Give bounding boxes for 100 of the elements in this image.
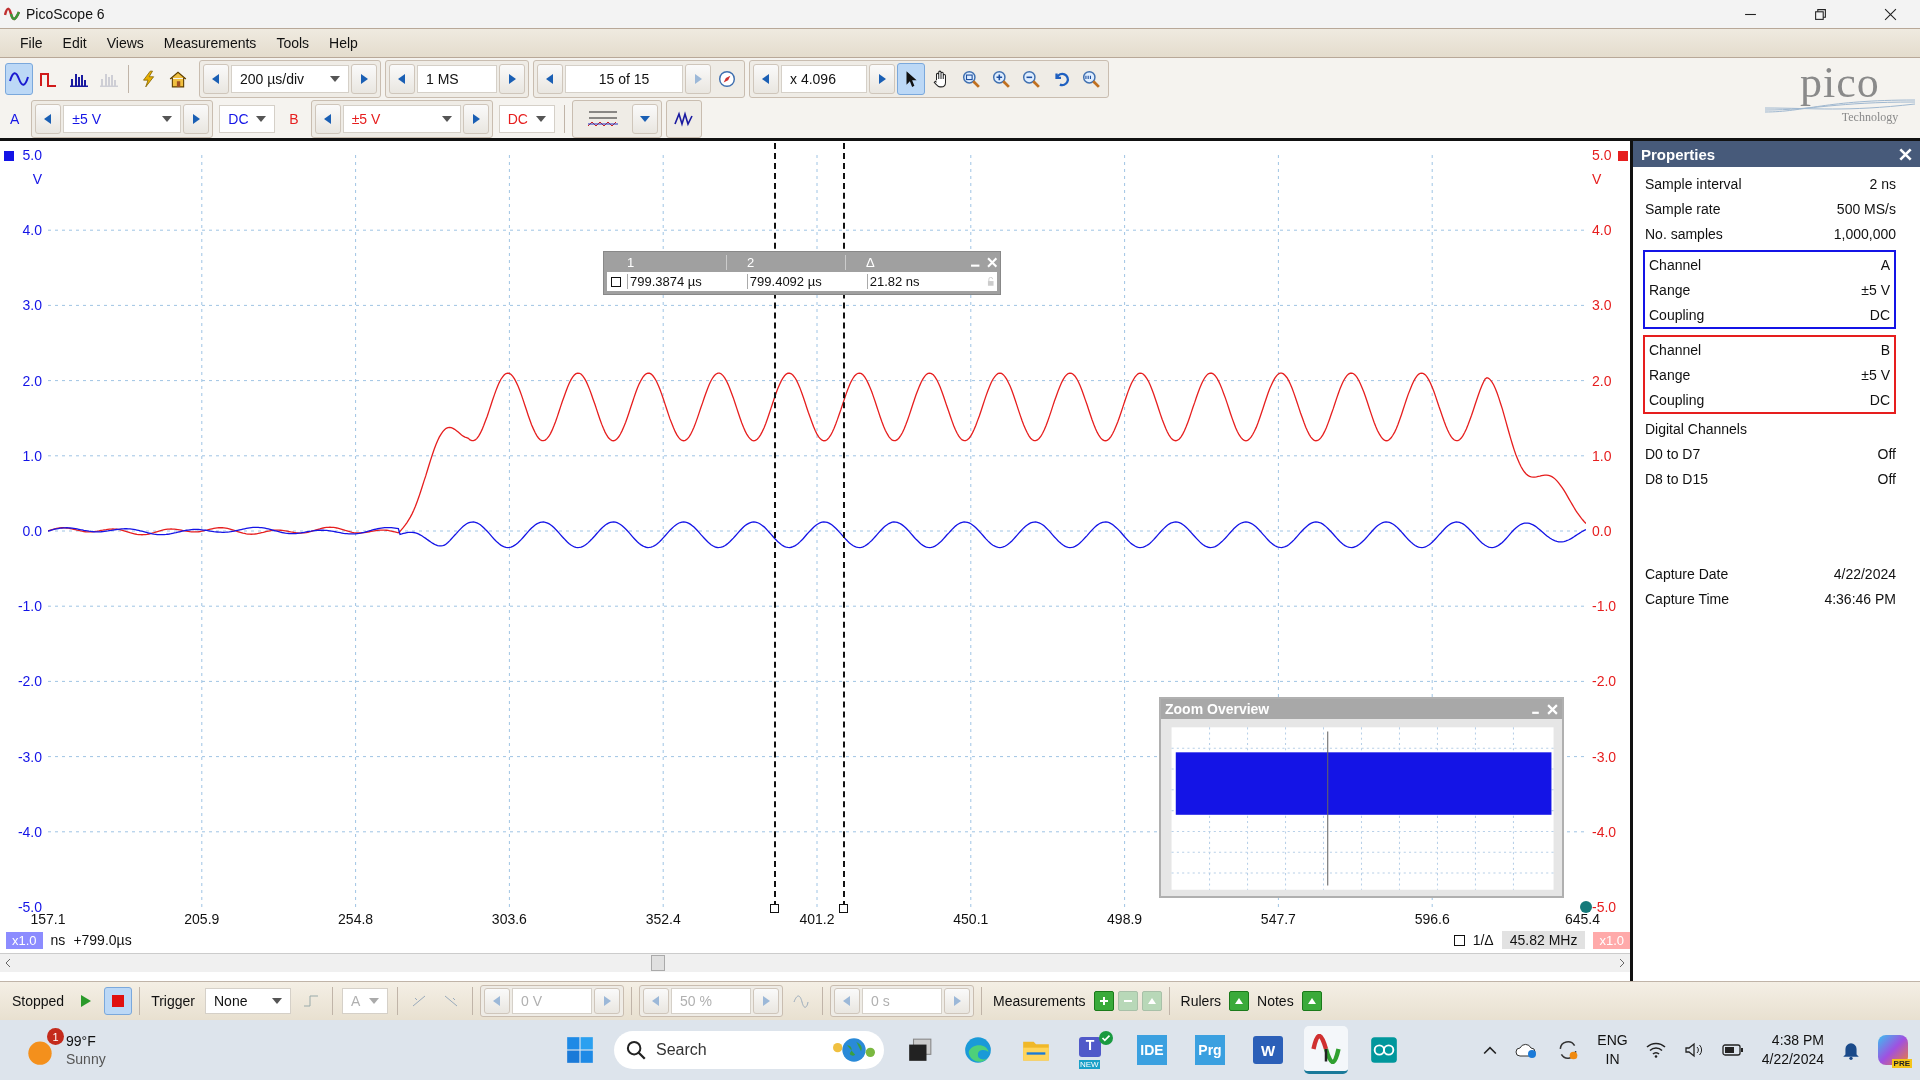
menu-item[interactable]: File <box>10 35 53 51</box>
stop-button[interactable] <box>104 987 133 1015</box>
channel-marker <box>1618 151 1628 161</box>
checkbox-icon[interactable] <box>1453 934 1465 946</box>
weather-condition[interactable]: Sunny <box>66 1050 106 1068</box>
x-axis-label: 450.1 <box>953 911 989 927</box>
trigger-marker[interactable] <box>1580 901 1592 913</box>
next-button[interactable] <box>869 64 895 94</box>
browser-icon <box>964 1036 992 1064</box>
previous-button[interactable] <box>537 64 563 94</box>
y-axis-label: -3.0 <box>1592 748 1617 765</box>
scrollbar-thumb[interactable] <box>651 955 665 971</box>
previous-button[interactable] <box>35 104 62 134</box>
menu-item[interactable]: Measurements <box>153 35 267 51</box>
trigger-label: Trigger <box>150 993 196 1009</box>
left-triangle-icon <box>44 114 53 124</box>
caret-icon <box>441 116 452 122</box>
sync-icon[interactable] <box>1557 1039 1580 1061</box>
pointer-tool-button[interactable] <box>897 63 925 95</box>
caret-icon <box>639 116 650 122</box>
previous-button[interactable] <box>314 104 341 134</box>
word-taskbar-button[interactable]: W <box>1246 1026 1290 1074</box>
y-axis-label: 4.0 <box>1592 222 1612 239</box>
next-button[interactable] <box>183 104 210 134</box>
scope-mode-button[interactable] <box>5 63 33 95</box>
picoscope-taskbar-button[interactable] <box>1304 1026 1348 1074</box>
y-axis-label: 2.0 <box>22 372 42 389</box>
menu-item[interactable]: Help <box>319 35 368 51</box>
y-axis-label: -4.0 <box>17 823 42 840</box>
chevron-up-icon[interactable] <box>1483 1045 1498 1055</box>
property-label: No. samples <box>1645 225 1723 242</box>
channel-button[interactable]: B <box>281 104 307 134</box>
close-icon[interactable] <box>1884 7 1897 21</box>
section-title: Digital Channels <box>1645 420 1747 437</box>
bell-icon[interactable] <box>1842 1040 1860 1060</box>
ruler-handle[interactable] <box>769 904 779 913</box>
right-triangle-icon <box>762 996 770 1006</box>
zoom-factor-field[interactable]: x 4.096 <box>781 65 867 93</box>
next-button[interactable] <box>351 64 377 94</box>
menu-item[interactable]: Views <box>96 35 154 51</box>
next-button[interactable] <box>462 104 489 134</box>
timebase-dropdown[interactable]: 200 µs/div <box>231 65 349 93</box>
y-axis-label: 0.0 <box>22 523 42 539</box>
left-triangle-icon <box>493 996 501 1006</box>
start-button[interactable] <box>566 1036 594 1064</box>
ruler-header: Δ <box>845 255 965 270</box>
expand-button[interactable] <box>1301 991 1322 1011</box>
range-dropdown[interactable]: ±5 V <box>342 105 461 133</box>
menu-item[interactable]: Tools <box>266 35 320 51</box>
search-icon <box>626 1040 646 1060</box>
y-axis-label: 1.0 <box>22 447 42 464</box>
language-indicator[interactable]: ENG IN <box>1597 1031 1628 1069</box>
app-icon <box>4 6 20 22</box>
range-dropdown[interactable]: ±5 V <box>63 105 182 133</box>
left-triangle-icon <box>546 74 554 84</box>
x-axis-label: 254.8 <box>338 911 374 927</box>
property-value: Off <box>1877 445 1896 462</box>
zoom-out-icon <box>1022 70 1040 88</box>
triangle-icon <box>1234 996 1245 1006</box>
dropdown-button[interactable] <box>631 104 658 134</box>
y-axis-unit: V <box>32 171 42 187</box>
restore-icon[interactable] <box>1814 7 1827 21</box>
bar-chart-icon <box>99 71 119 87</box>
property-label: D8 to D15 <box>1645 470 1709 487</box>
next-button[interactable] <box>499 64 525 94</box>
property-value: 2 ns <box>1869 175 1896 192</box>
checkbox-icon[interactable] <box>611 276 621 287</box>
volume-icon[interactable] <box>1683 1042 1704 1058</box>
sine-wave-icon <box>9 71 29 87</box>
ruler-handle[interactable] <box>839 904 849 913</box>
add-button[interactable] <box>1093 991 1114 1011</box>
clock[interactable]: 4:38 PM 4/22/2024 <box>1761 1031 1824 1069</box>
position-line[interactable] <box>1327 730 1329 887</box>
y-axis-label: -2.0 <box>1592 673 1617 690</box>
magnifier-icon <box>1082 70 1100 88</box>
battery-icon[interactable] <box>1721 1043 1744 1057</box>
play-icon <box>81 995 92 1007</box>
property-value: DC <box>1869 306 1890 323</box>
samples-field[interactable]: 1 MS <box>417 65 497 93</box>
channel-button[interactable]: A <box>2 104 28 134</box>
teams-taskbar-button[interactable]: T NEW <box>1072 1026 1116 1074</box>
menu-item[interactable]: Edit <box>52 35 97 51</box>
coupling-dropdown[interactable]: DC <box>219 105 276 133</box>
search-field[interactable]: Search <box>614 1031 884 1069</box>
wifi-icon[interactable] <box>1645 1042 1666 1058</box>
previous-button[interactable] <box>203 64 229 94</box>
notification-badge: 1 <box>47 1028 64 1045</box>
y-axis-label: 5.0 <box>1592 147 1612 163</box>
horizontal-scrollbar[interactable] <box>0 953 1630 972</box>
coupling-dropdown[interactable]: DC <box>498 105 555 133</box>
lightning-icon <box>139 70 157 88</box>
temperature[interactable]: 99°F <box>66 1032 106 1050</box>
trigger-mode-dropdown[interactable]: None <box>205 988 291 1014</box>
triangle-icon <box>1306 996 1317 1006</box>
property-value: A <box>1880 256 1890 273</box>
previous-button[interactable] <box>753 64 779 94</box>
previous-button[interactable] <box>389 64 415 94</box>
pulse-icon <box>39 71 59 87</box>
expand-button[interactable] <box>1229 991 1250 1011</box>
buffer-field[interactable]: 15 of 15 <box>565 65 683 93</box>
